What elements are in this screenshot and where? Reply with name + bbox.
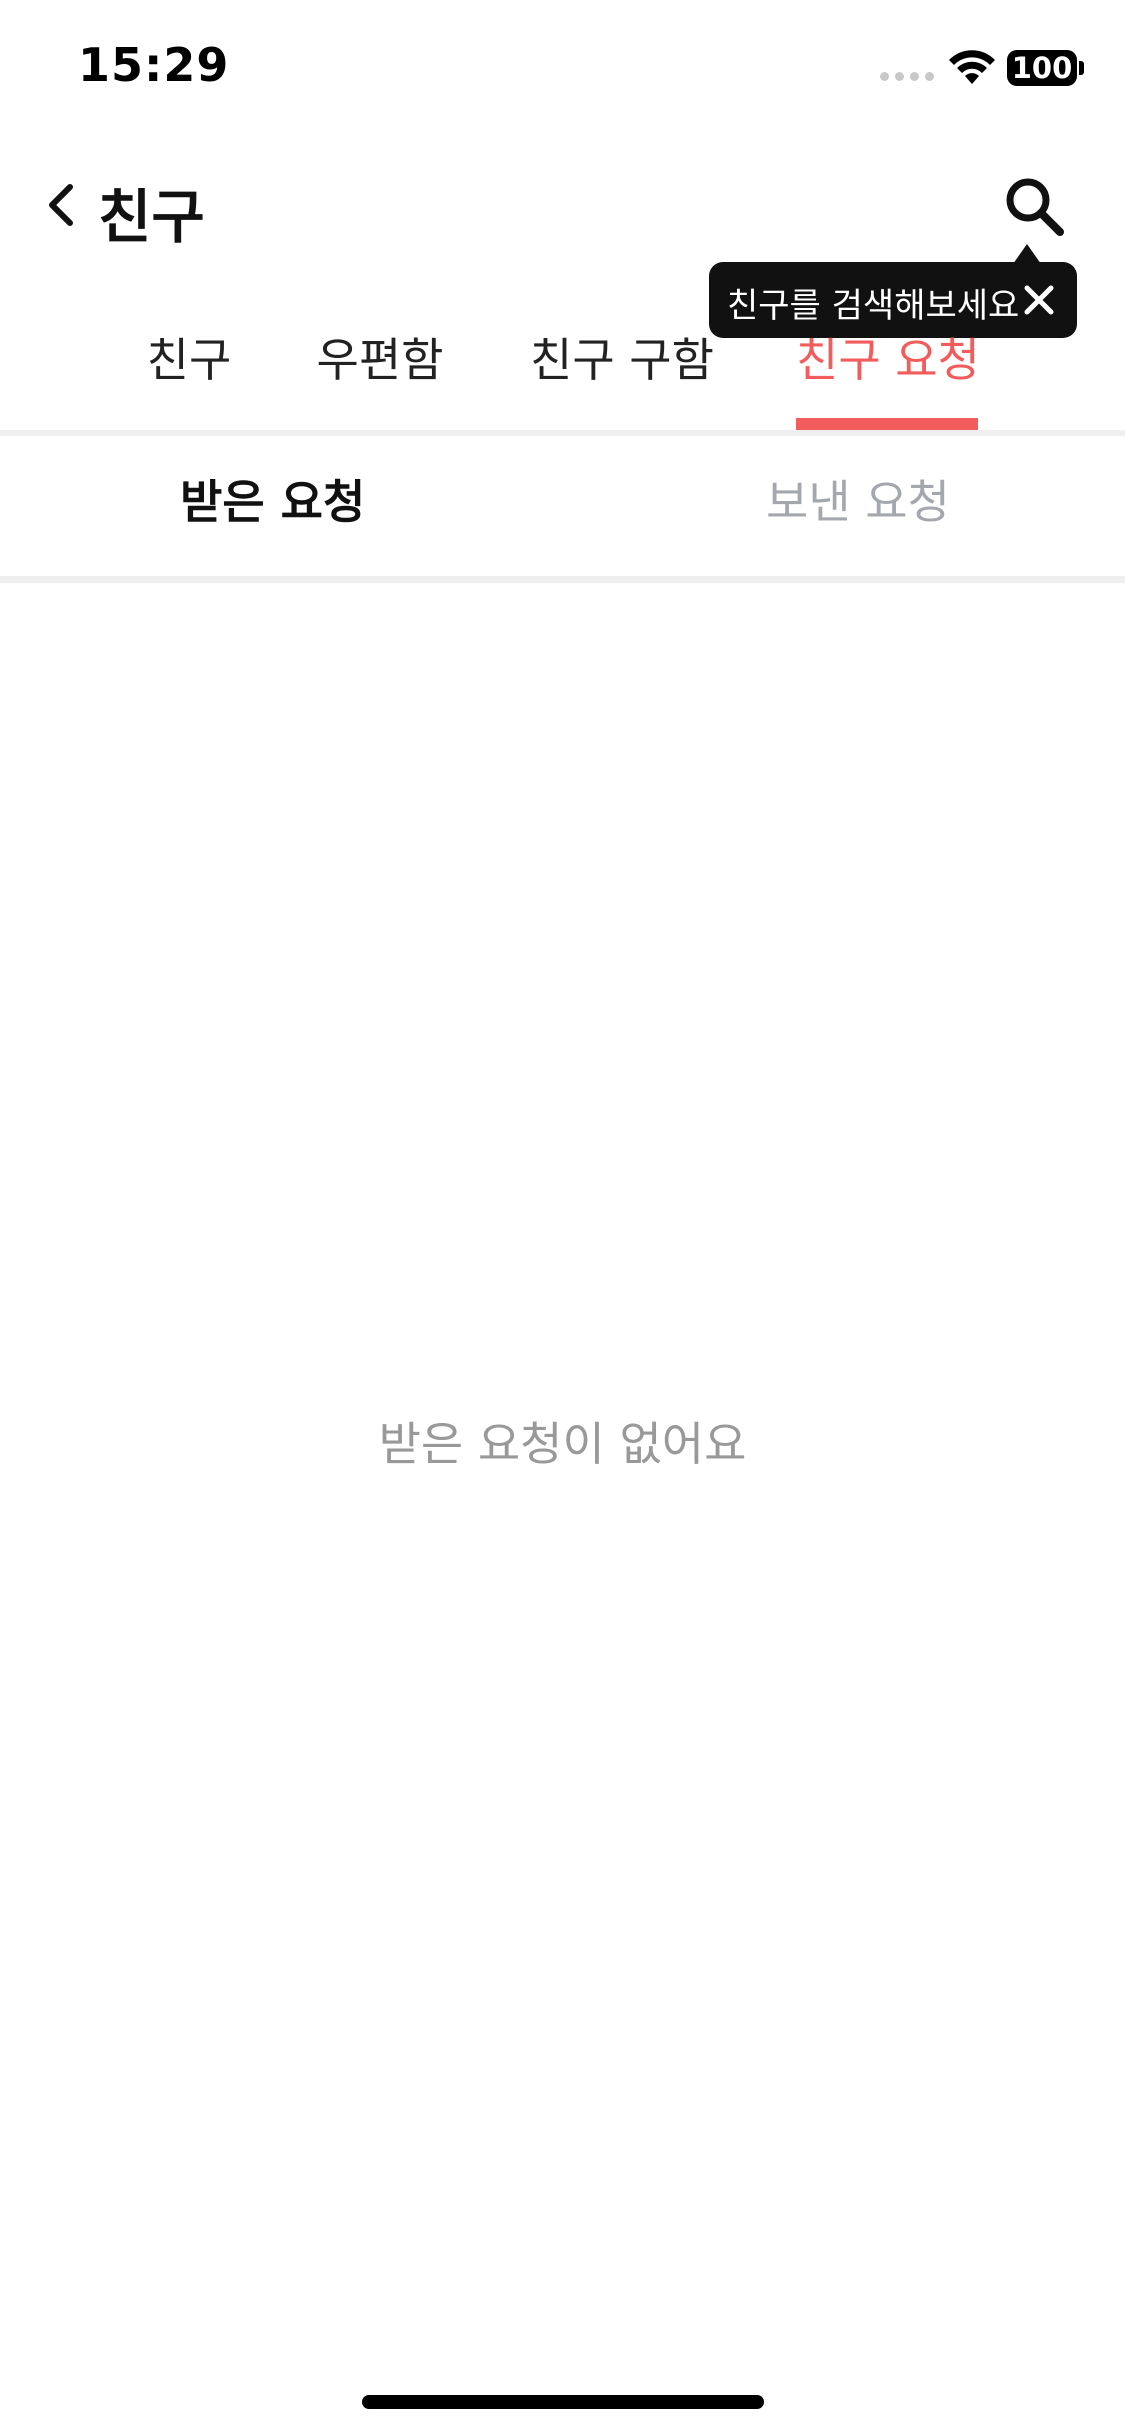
sub-tabs: 받은 요청 보낸 요청 bbox=[0, 436, 1125, 576]
cellular-signal-icon bbox=[880, 72, 934, 81]
header: 친구 bbox=[0, 150, 1125, 270]
wifi-icon bbox=[949, 50, 995, 84]
search-icon bbox=[1006, 178, 1064, 236]
back-button[interactable] bbox=[40, 175, 84, 235]
tab-friend-requests[interactable]: 친구 요청 bbox=[796, 320, 980, 430]
close-icon bbox=[1024, 285, 1054, 315]
tab-label: 친구 구함 bbox=[530, 333, 714, 387]
tab-mailbox[interactable]: 우편함 bbox=[316, 320, 444, 430]
active-tab-indicator bbox=[796, 418, 978, 430]
home-indicator bbox=[362, 2395, 764, 2409]
page-title: 친구 bbox=[98, 183, 205, 251]
tab-label: 우편함 bbox=[316, 333, 444, 387]
tab-label: 친구 요청 bbox=[796, 333, 980, 387]
battery-icon: 100 bbox=[1007, 50, 1077, 86]
subtab-sent-requests[interactable]: 보낸 요청 bbox=[766, 466, 950, 532]
main-tabs: 친구 우편함 친구 구함 친구 요청 bbox=[0, 320, 1125, 430]
battery-tip bbox=[1079, 61, 1084, 75]
battery-level: 100 bbox=[1011, 51, 1073, 85]
tab-friends[interactable]: 친구 bbox=[146, 320, 232, 430]
chevron-left-icon bbox=[49, 184, 73, 226]
empty-state-message: 받은 요청이 없어요 bbox=[378, 1417, 747, 1471]
tab-label: 친구 bbox=[146, 333, 232, 387]
search-button[interactable] bbox=[1000, 172, 1070, 242]
subtab-received-requests[interactable]: 받은 요청 bbox=[180, 466, 365, 532]
tooltip-arrow bbox=[1013, 244, 1041, 264]
tab-find-friends[interactable]: 친구 구함 bbox=[530, 320, 714, 430]
status-bar: 15:29 100 bbox=[0, 0, 1125, 135]
status-time: 15:29 bbox=[78, 38, 230, 92]
subtabs-divider bbox=[0, 576, 1125, 583]
tooltip-close-button[interactable] bbox=[1017, 278, 1061, 322]
